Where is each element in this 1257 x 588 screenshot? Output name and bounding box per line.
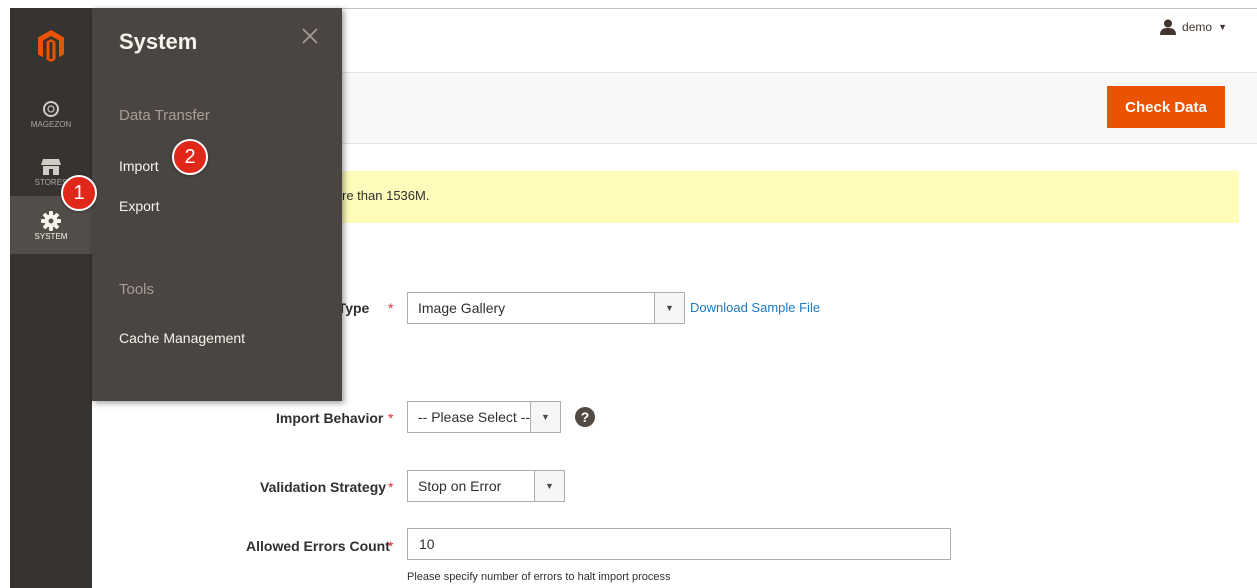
import-behavior-select[interactable]: -- Please Select -- ▼: [407, 401, 561, 433]
step-badge-2: 2: [172, 139, 208, 175]
validation-strategy-select[interactable]: Stop on Error ▼: [407, 470, 565, 502]
menu-item-export[interactable]: Export: [119, 198, 159, 214]
section-tools: Tools: [119, 281, 155, 298]
download-sample-link[interactable]: Download Sample File: [690, 300, 820, 315]
flyout-title: System: [119, 29, 198, 54]
notice-text: re than 1536M.: [342, 188, 430, 203]
import-behavior-value: -- Please Select --: [418, 409, 531, 425]
close-icon[interactable]: [300, 26, 320, 46]
chevron-down-icon: ▼: [530, 402, 560, 432]
magento-logo-icon: [38, 30, 64, 62]
allowed-errors-note: Please specify number of errors to halt …: [407, 571, 671, 583]
store-icon: [41, 158, 61, 175]
chevron-down-icon: ▼: [1218, 22, 1227, 32]
help-icon[interactable]: ?: [575, 407, 595, 427]
system-flyout-menu: System Data Transfer Import Export Tools…: [92, 8, 342, 401]
required-mark: *: [388, 479, 394, 495]
user-menu[interactable]: demo ▼: [1160, 19, 1227, 35]
required-mark: *: [388, 410, 394, 426]
entity-type-select[interactable]: Image Gallery ▼: [407, 292, 685, 324]
chevron-down-icon: ▼: [534, 471, 564, 501]
chevron-down-icon: ▼: [654, 293, 684, 323]
validation-strategy-value: Stop on Error: [418, 478, 502, 494]
step-badge-1: 1: [61, 175, 97, 211]
required-mark: *: [388, 538, 394, 554]
entity-type-value: Image Gallery: [418, 300, 506, 316]
allowed-errors-label: Allowed Errors Count: [246, 538, 390, 554]
menu-item-import[interactable]: Import: [119, 158, 159, 174]
validation-strategy-label: Validation Strategy: [260, 479, 387, 495]
user-name: demo: [1182, 20, 1213, 34]
allowed-errors-input[interactable]: 10: [407, 528, 951, 560]
check-data-button[interactable]: Check Data: [1107, 86, 1225, 128]
magento-logo[interactable]: [10, 8, 92, 84]
nav-label: MAGEZON: [30, 119, 72, 129]
magezon-icon: [43, 100, 59, 117]
menu-item-cache-management[interactable]: Cache Management: [119, 330, 245, 346]
gear-icon: [41, 210, 61, 231]
user-icon: [1160, 19, 1177, 35]
section-data-transfer: Data Transfer: [119, 107, 210, 124]
nav-item-magezon[interactable]: MAGEZON: [10, 84, 92, 142]
top-bar: demo ▼: [342, 8, 1257, 72]
import-behavior-label: Import Behavior: [276, 410, 384, 426]
nav-label: SYSTEM: [34, 231, 68, 241]
required-mark: *: [388, 300, 394, 316]
admin-sidebar: MAGEZON STORES SYSTEM: [10, 8, 92, 588]
